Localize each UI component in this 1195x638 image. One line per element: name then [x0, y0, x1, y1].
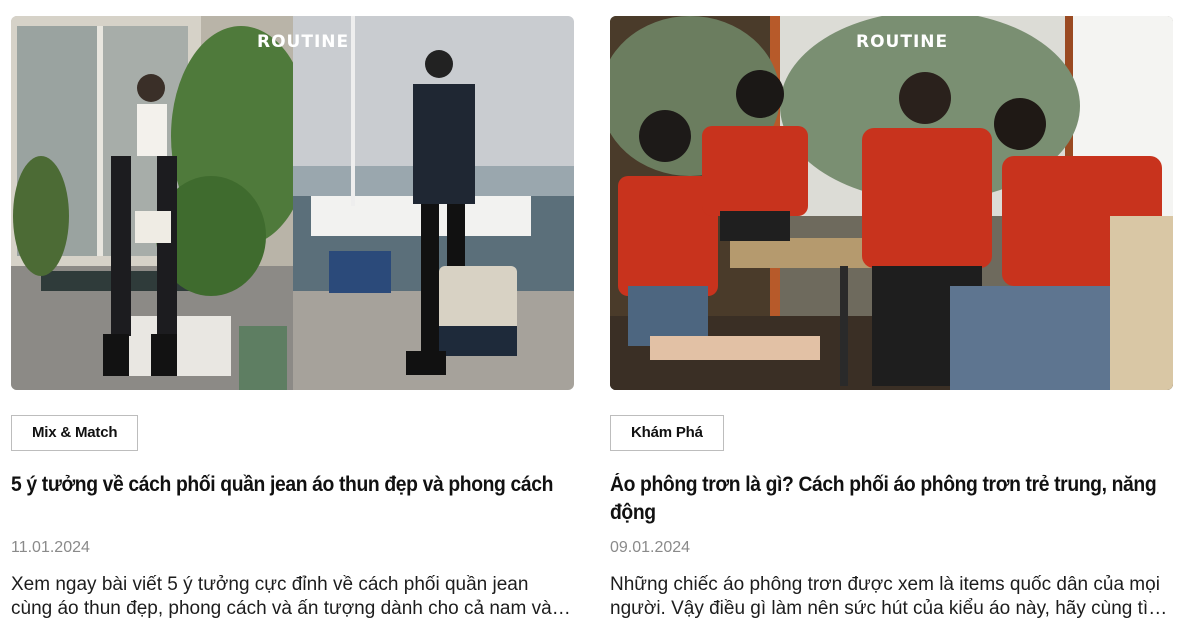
- blog-card: ROUTINE Khám Phá Áo phông trơn là gì? Cá…: [610, 16, 1173, 619]
- post-thumbnail[interactable]: ROUTINE: [11, 16, 574, 390]
- post-excerpt: Những chiếc áo phông trơn được xem là it…: [610, 574, 1165, 619]
- fashion-photo-image: [11, 16, 574, 390]
- post-title[interactable]: Áo phông trơn là gì? Cách phối áo phông …: [610, 471, 1173, 527]
- post-date: 09.01.2024: [610, 539, 691, 556]
- category-tag[interactable]: Khám Phá: [610, 415, 724, 451]
- blog-card: ROUTINE Mix & Match 5 ý tưởng về cách ph…: [11, 16, 574, 619]
- group-photo-image: [610, 16, 1173, 390]
- post-thumbnail[interactable]: ROUTINE: [610, 16, 1173, 390]
- brand-logo: ROUTINE: [856, 32, 949, 52]
- brand-logo: ROUTINE: [257, 32, 350, 52]
- category-tag[interactable]: Mix & Match: [11, 415, 139, 451]
- post-excerpt: Xem ngay bài viết 5 ý tưởng cực đỉnh về …: [11, 574, 552, 619]
- post-date: 11.01.2024: [11, 539, 90, 556]
- post-title[interactable]: 5 ý tưởng về cách phối quần jean áo thun…: [11, 471, 574, 499]
